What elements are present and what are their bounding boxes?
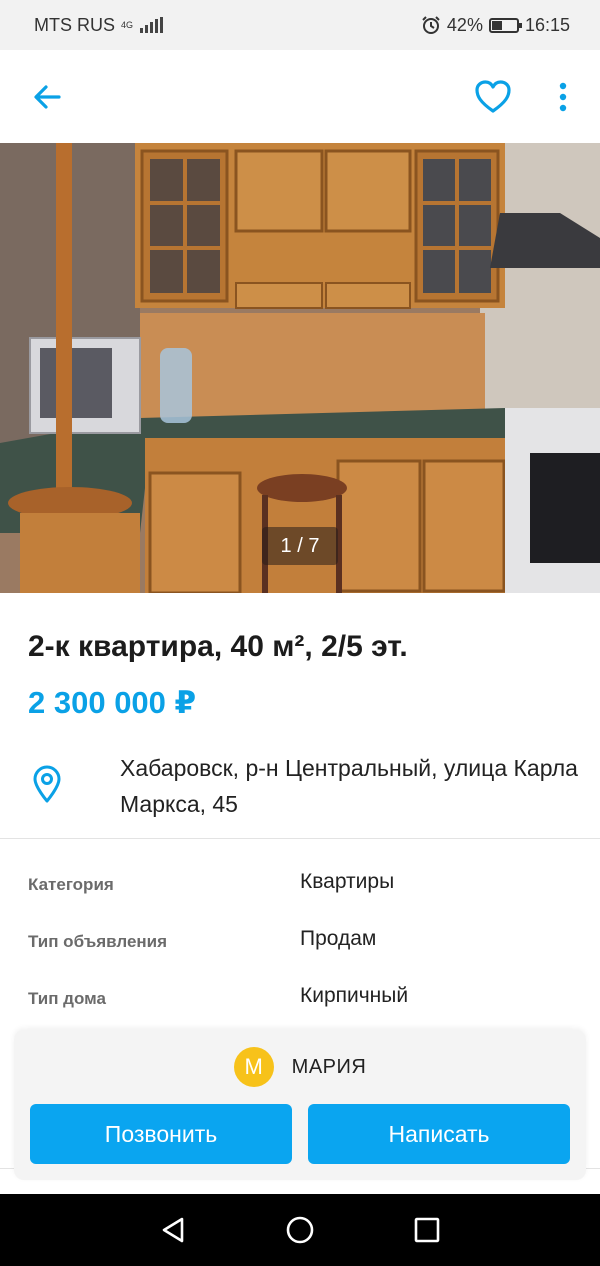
param-category: Категория Квартиры: [28, 870, 588, 900]
param-key: Тип дома: [28, 989, 106, 1008]
nav-home-button[interactable]: [280, 1210, 320, 1250]
param-value: Кирпичный: [300, 984, 409, 1007]
divider: [0, 838, 600, 839]
seller-info[interactable]: М МАРИЯ: [14, 1047, 586, 1087]
kitchen-photo: [0, 143, 600, 593]
alarm-icon: [422, 16, 440, 34]
nav-back-button[interactable]: [153, 1210, 193, 1250]
network-type: 4G: [121, 20, 134, 30]
avatar: М: [233, 1047, 274, 1087]
seller-name: МАРИЯ: [291, 1055, 367, 1078]
circle-home-icon: [286, 1216, 314, 1244]
photo-counter: 1 / 7: [262, 527, 338, 565]
map-pin-icon: [33, 765, 61, 803]
message-button[interactable]: Написать: [308, 1104, 570, 1164]
arrow-left-icon: [34, 85, 61, 109]
clock: 16:15: [524, 14, 570, 35]
signal-icon: [140, 17, 164, 33]
listing-address[interactable]: Хабаровск, р-н Центральный, улица Карла …: [120, 750, 580, 822]
param-listing-type: Тип объявления Продам: [28, 927, 588, 957]
param-value: Квартиры: [300, 870, 395, 893]
call-button[interactable]: Позвонить: [30, 1104, 292, 1164]
battery-percent: 42%: [446, 14, 483, 35]
carrier-name: MTS RUS: [34, 14, 115, 35]
nav-recents-button[interactable]: [407, 1210, 447, 1250]
listing-photo[interactable]: [0, 143, 600, 593]
heart-outline-icon: [475, 80, 511, 113]
param-key: Категория: [28, 875, 114, 894]
listing-price: 2 300 000 ₽: [28, 685, 197, 720]
battery-icon: [488, 17, 522, 33]
app-bar: [0, 50, 600, 143]
location-marker: [28, 762, 66, 806]
system-nav-bar: [0, 1194, 600, 1266]
param-key: Тип объявления: [28, 932, 168, 951]
param-value: Продам: [300, 927, 377, 950]
param-house-type: Тип дома Кирпичный: [28, 984, 588, 1014]
status-bar: MTS RUS 4G 42% 16:15: [0, 0, 600, 50]
square-recents-icon: [414, 1217, 439, 1243]
listing-title: 2-к квартира, 40 м², 2/5 эт.: [28, 630, 408, 663]
contact-panel: М МАРИЯ Позвонить Написать: [14, 1030, 586, 1180]
more-menu-button[interactable]: [545, 74, 581, 120]
triangle-back-icon: [163, 1217, 184, 1243]
back-button[interactable]: [22, 74, 72, 120]
more-vertical-icon: [559, 82, 567, 112]
favorite-button[interactable]: [468, 72, 518, 122]
